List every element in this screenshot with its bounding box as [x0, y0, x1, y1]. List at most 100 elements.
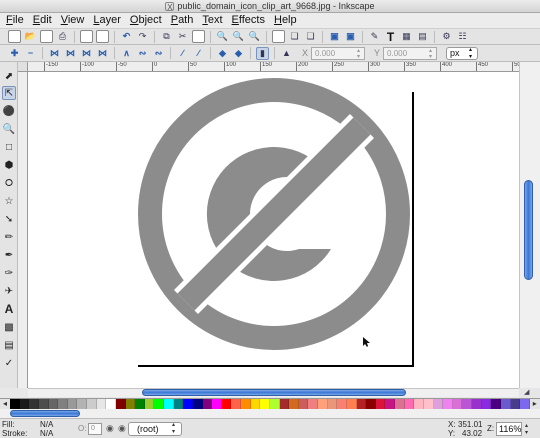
- palette-swatch[interactable]: [87, 399, 97, 409]
- palette-swatch[interactable]: [289, 399, 299, 409]
- group-icon[interactable]: ▣: [328, 30, 341, 43]
- unit-select[interactable]: px: [446, 46, 479, 60]
- show-handles-icon[interactable]: ▮: [256, 46, 269, 60]
- palette-swatch[interactable]: [433, 399, 444, 409]
- palette-swatch[interactable]: [337, 399, 347, 409]
- palette-swatch[interactable]: [500, 399, 511, 409]
- node-break-icon[interactable]: ⋈: [64, 47, 77, 60]
- palette-swatch[interactable]: [19, 399, 30, 409]
- palette-swatch[interactable]: [346, 399, 357, 409]
- cut-icon[interactable]: ✂: [176, 30, 189, 43]
- clone-icon[interactable]: ❏: [288, 30, 301, 43]
- pencil-tool-icon[interactable]: ✏: [2, 230, 16, 244]
- node-cusp-icon[interactable]: ∧: [120, 47, 133, 60]
- align-distribute-icon[interactable]: ▤: [416, 30, 429, 43]
- segment-curve-icon[interactable]: ∕: [192, 47, 205, 60]
- x-coordinate-input[interactable]: 0.000: [311, 46, 366, 60]
- redo-icon[interactable]: ↷: [136, 30, 149, 43]
- palette-swatch[interactable]: [366, 399, 376, 409]
- palette-swatch[interactable]: [395, 399, 405, 409]
- palette-swatch[interactable]: [356, 399, 367, 409]
- segment-delete-icon[interactable]: ⋈: [96, 47, 109, 60]
- xml-editor-icon[interactable]: ▦: [400, 30, 413, 43]
- palette-swatch[interactable]: [192, 399, 203, 409]
- ungroup-icon[interactable]: ▣: [344, 30, 357, 43]
- palette-swatch[interactable]: [327, 399, 338, 409]
- palette-swatch[interactable]: [38, 399, 49, 409]
- menu-file[interactable]: File: [6, 13, 24, 28]
- palette-swatch[interactable]: [135, 399, 145, 409]
- palette-swatch[interactable]: [269, 399, 280, 409]
- palette-swatch[interactable]: [115, 399, 126, 409]
- spiral-tool-icon[interactable]: ➘: [2, 212, 16, 226]
- stroke-value[interactable]: N/A: [40, 429, 53, 438]
- palette-swatch[interactable]: [221, 399, 232, 409]
- palette-swatch[interactable]: [279, 399, 290, 409]
- 3d-box-tool-icon[interactable]: ⬢: [2, 158, 16, 172]
- palette-swatch[interactable]: [154, 399, 164, 409]
- palette-swatch[interactable]: [472, 399, 482, 409]
- palette-swatch[interactable]: [67, 399, 78, 409]
- palette-swatch[interactable]: [202, 399, 213, 409]
- zoom-drawing-icon[interactable]: 🔍: [232, 30, 245, 43]
- palette-swatch[interactable]: [10, 399, 20, 409]
- preferences-icon[interactable]: ⚙: [440, 30, 453, 43]
- palette-swatch[interactable]: [106, 399, 116, 409]
- document-properties-icon[interactable]: ☷: [456, 30, 469, 43]
- new-document-icon[interactable]: [8, 30, 21, 43]
- layer-visibility-icon[interactable]: ◉: [106, 423, 114, 434]
- horizontal-scrollbar[interactable]: [28, 388, 519, 397]
- palette-swatch[interactable]: [462, 399, 472, 409]
- palette-swatch[interactable]: [318, 399, 328, 409]
- zoom-spinner[interactable]: ▴▾: [523, 422, 530, 436]
- palette-swatch[interactable]: [443, 399, 453, 409]
- menu-effects[interactable]: Effects: [232, 13, 265, 28]
- menu-edit[interactable]: Edit: [33, 13, 52, 28]
- current-layer-select[interactable]: (root): [128, 421, 182, 436]
- palette-swatch[interactable]: [308, 399, 318, 409]
- horizontal-scroll-thumb[interactable]: [142, 389, 406, 396]
- unlink-clone-icon[interactable]: ❏: [304, 30, 317, 43]
- spray-tool-icon[interactable]: ▩: [2, 320, 16, 334]
- calligraphy-tool-icon[interactable]: ✑: [2, 266, 16, 280]
- palette-swatch[interactable]: [404, 399, 415, 409]
- palette-scrollbar[interactable]: [0, 409, 540, 418]
- dropper-tool-icon[interactable]: ✓: [2, 356, 16, 370]
- palette-swatch[interactable]: [375, 399, 386, 409]
- object-to-path-icon[interactable]: ◆: [216, 47, 229, 60]
- y-coordinate-input[interactable]: 0.000: [383, 46, 438, 60]
- palette-swatch[interactable]: [183, 399, 193, 409]
- pen-tool-icon[interactable]: ✒: [2, 248, 16, 262]
- palette-swatch[interactable]: [231, 399, 241, 409]
- menu-view[interactable]: View: [61, 13, 85, 28]
- zoom-tool-icon[interactable]: 🔍: [2, 122, 16, 136]
- palette-swatch[interactable]: [144, 399, 155, 409]
- menu-path[interactable]: Path: [171, 13, 194, 28]
- vertical-scroll-thumb[interactable]: [524, 180, 533, 280]
- palette-swatch[interactable]: [385, 399, 395, 409]
- palette-swatch[interactable]: [241, 399, 251, 409]
- fill-stroke-icon[interactable]: ✎: [368, 30, 381, 43]
- palette-swatch[interactable]: [125, 399, 136, 409]
- node-smooth-icon[interactable]: ∾: [136, 47, 149, 60]
- palette-swatch[interactable]: [164, 399, 174, 409]
- open-icon[interactable]: 📂: [24, 30, 37, 43]
- fill-value[interactable]: N/A: [40, 420, 53, 429]
- palette-scroll-right-icon[interactable]: ▸: [529, 399, 540, 409]
- palette-scroll-thumb[interactable]: [10, 410, 80, 417]
- menu-object[interactable]: Object: [130, 13, 162, 28]
- palette-swatch[interactable]: [260, 399, 270, 409]
- node-delete-icon[interactable]: −: [24, 47, 37, 60]
- node-symmetric-icon[interactable]: ∾: [152, 47, 165, 60]
- horizontal-ruler[interactable]: -150-100-5005010015020025030035040045050…: [28, 62, 528, 72]
- segment-line-icon[interactable]: ∕: [176, 47, 189, 60]
- drawing-canvas[interactable]: [28, 72, 519, 388]
- palette-swatch[interactable]: [491, 399, 501, 409]
- paint-bucket-tool-icon[interactable]: ✈: [2, 284, 16, 298]
- gradient-tool-icon[interactable]: ▤: [2, 338, 16, 352]
- save-icon[interactable]: [40, 30, 53, 43]
- palette-swatch[interactable]: [510, 399, 521, 409]
- menu-layer[interactable]: Layer: [93, 13, 121, 28]
- tweak-tool-icon[interactable]: ⚫: [2, 104, 16, 118]
- palette-swatch[interactable]: [29, 399, 39, 409]
